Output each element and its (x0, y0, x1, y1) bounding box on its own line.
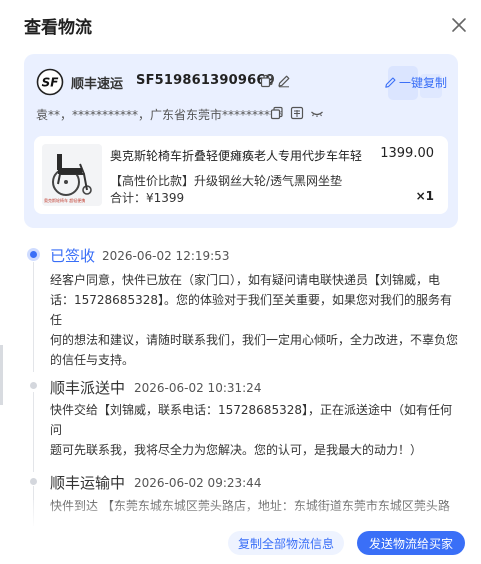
tracking-status: 顺丰派送中 (50, 379, 126, 397)
dialog-header: 查看物流 (0, 0, 481, 50)
order-total: 合计：¥1399 (110, 191, 185, 205)
dialog-title: 查看物流 (24, 18, 92, 38)
description-line: 话：15728685328】。您的体验对于我们至关重要，如果您对我们的服务有任 (50, 293, 452, 327)
edit-icon[interactable] (277, 74, 291, 88)
copy-address-icon[interactable] (270, 106, 284, 120)
svg-text:SF: SF (42, 76, 60, 90)
product-spec: 【高性价比款】升级钢丝大轮/透气黑网坐垫 (110, 174, 343, 188)
pen-icon (385, 77, 396, 88)
timeline-connector (33, 392, 34, 472)
waybill-number: SF5198613909669 (136, 73, 275, 88)
decrypt-icon[interactable] (290, 106, 304, 120)
product-name: 奥克斯轮椅车折叠轻便瘫痪老人专用代步车年轻 (110, 149, 363, 163)
carrier-name: 顺丰速运 (71, 77, 124, 92)
description-line: 快件交给【刘锦威，联系电话：15728685328】，正在派送途中（如有任何问 (50, 403, 452, 437)
wheelchair-image (42, 144, 102, 206)
product-item[interactable]: 奥克斯轮椅车 超轻便携 奥克斯轮椅车折叠轻便瘫痪老人专用代步车年轻 1399.0… (34, 136, 448, 214)
one-click-copy-label: 一键复制 (399, 76, 448, 90)
one-click-copy-button[interactable]: 一键复制 (384, 74, 447, 91)
tracking-time: 2026-06-02 09:23:44 (134, 476, 262, 490)
product-thumbnail: 奥克斯轮椅车 超轻便携 (42, 144, 102, 206)
product-price: 1399.00 (380, 146, 434, 161)
scroll-edge-indicator (0, 345, 3, 405)
close-icon[interactable] (450, 16, 468, 34)
timeline-dot (30, 478, 37, 485)
description-line: 题可先联系我，我将尽全力为您解决。您的认可，是我最大的动力！） (50, 443, 423, 457)
recipient-address: 袁**，***********，广东省东莞市********** (36, 108, 283, 122)
timeline-dot (30, 382, 37, 389)
timeline-dot-active (27, 248, 40, 261)
description-line: 何的想法和建议，请随时联系我们，我们一定用心倾听，全力改进，不辜负您 (50, 333, 459, 347)
description-line: 经客户同意，快件已放在（家门口），如有疑问请电联快递员【刘锦威，电 (50, 273, 441, 287)
eye-closed-icon[interactable] (310, 106, 324, 120)
description-line: 的信任与支持。 (50, 353, 135, 367)
tracking-status: 已签收 (50, 247, 96, 265)
tracking-description: 快件交给【刘锦威，联系电话：15728685328】，正在派送途中（如有任何问 … (50, 400, 462, 460)
tracking-status: 顺丰运输中 (50, 474, 126, 492)
tracking-time: 2026-06-02 12:19:53 (102, 249, 230, 263)
tracking-time: 2026-06-02 10:31:24 (134, 381, 262, 395)
thumb-caption: 奥克斯轮椅车 超轻便携 (44, 198, 86, 203)
timeline-connector (33, 262, 34, 372)
copy-all-tracking-button[interactable]: 复制全部物流信息 (228, 531, 344, 555)
shipment-card: SF 顺丰速运 SF5198613909669 一键复制 袁**，*******… (24, 54, 458, 228)
copy-icon[interactable] (260, 74, 274, 88)
tracking-description: 经客户同意，快件已放在（家门口），如有疑问请电联快递员【刘锦威，电 话：1572… (50, 270, 462, 370)
send-tracking-to-buyer-button[interactable]: 发送物流给买家 (357, 531, 465, 555)
sf-express-logo: SF (36, 68, 64, 96)
product-quantity: ×1 (415, 189, 434, 203)
